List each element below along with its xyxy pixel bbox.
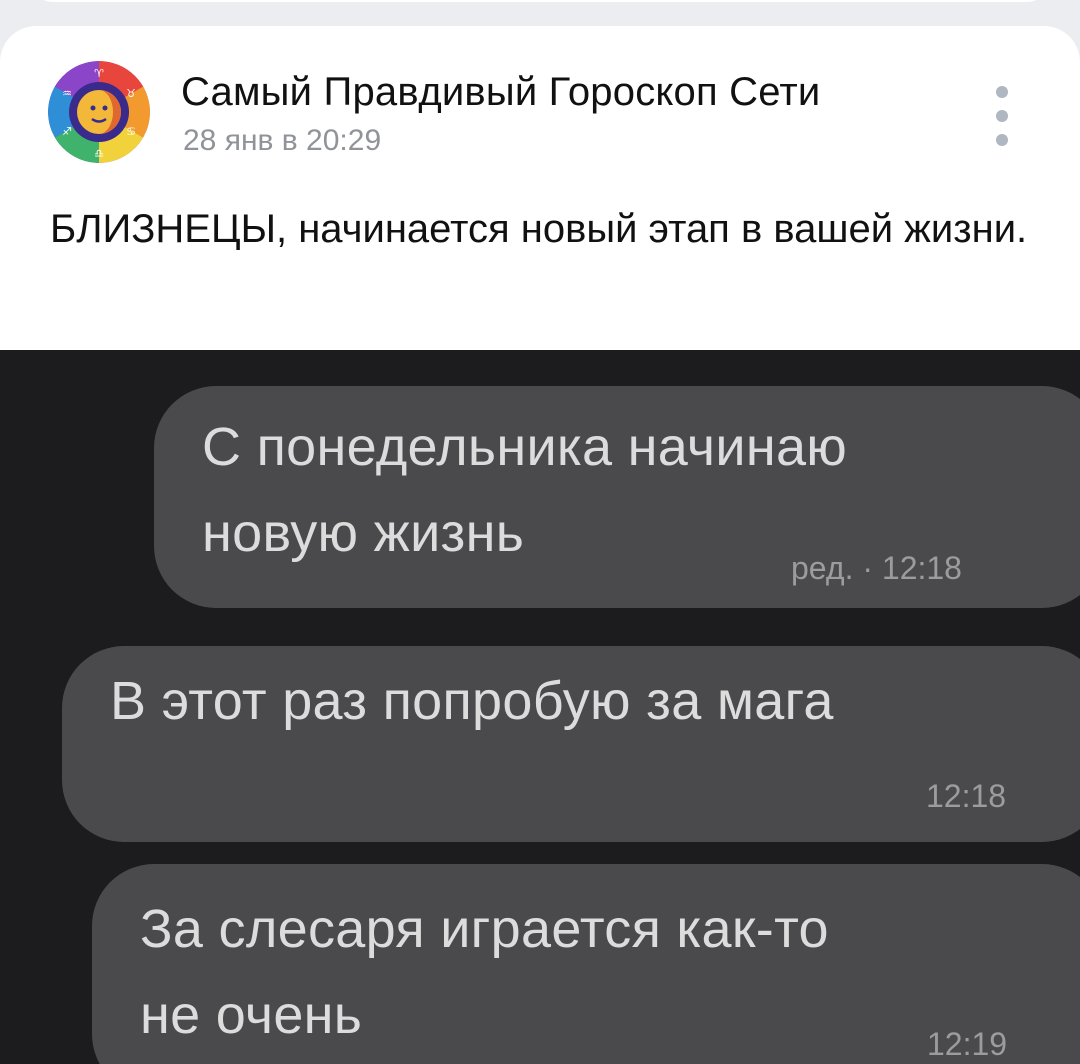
more-vertical-icon[interactable] <box>980 86 1024 146</box>
svg-text:♉: ♉ <box>126 87 136 100</box>
chat-bubble: В этот раз попробую за мага 12:18 <box>62 646 1080 842</box>
previous-post-edge <box>0 0 1080 26</box>
community-avatar[interactable]: ♈ ♉ ♋ ♎ ♐ ♒ <box>48 61 150 163</box>
post-image[interactable]: С понедельника начинаю новую жизнь ред. … <box>0 350 1080 1064</box>
previous-post-card-bottom <box>26 0 1054 2</box>
svg-text:♎: ♎ <box>94 147 104 160</box>
svg-text:♒: ♒ <box>62 87 72 100</box>
post-text: БЛИЗНЕЦЫ, начинается новый этап в вашей … <box>50 207 1028 251</box>
message-line: В этот раз попробую за мага <box>110 671 834 731</box>
post-header: ♈ ♉ ♋ ♎ ♐ ♒ Самый Правдивый Гороскоп Сет… <box>0 26 1080 176</box>
chat-bubble: С понедельника начинаю новую жизнь ред. … <box>154 386 1080 608</box>
svg-text:♐: ♐ <box>62 125 72 138</box>
message-line: новую жизнь <box>202 503 525 563</box>
menu-dot <box>996 86 1008 98</box>
post-card: ♈ ♉ ♋ ♎ ♐ ♒ Самый Правдивый Гороскоп Сет… <box>0 26 1080 1064</box>
message-line: За слесаря играется как-то <box>140 899 829 959</box>
message-line: С понедельника начинаю <box>202 417 848 477</box>
community-name[interactable]: Самый Правдивый Гороскоп Сети <box>181 70 820 115</box>
message-time: 12:18 <box>926 778 1007 814</box>
message-line: не очень <box>140 985 363 1045</box>
svg-text:♈: ♈ <box>94 67 104 80</box>
message-time: 12:19 <box>927 1026 1008 1062</box>
zodiac-wheel-icon: ♈ ♉ ♋ ♎ ♐ ♒ <box>48 61 150 163</box>
menu-dot <box>996 134 1008 146</box>
post-timestamp[interactable]: 28 янв в 20:29 <box>183 124 381 158</box>
menu-dot <box>996 110 1008 122</box>
chat-bubble: За слесаря играется как-то не очень 12:1… <box>92 864 1080 1064</box>
svg-text:♋: ♋ <box>126 125 136 138</box>
message-time: ред. · 12:18 <box>791 550 962 586</box>
